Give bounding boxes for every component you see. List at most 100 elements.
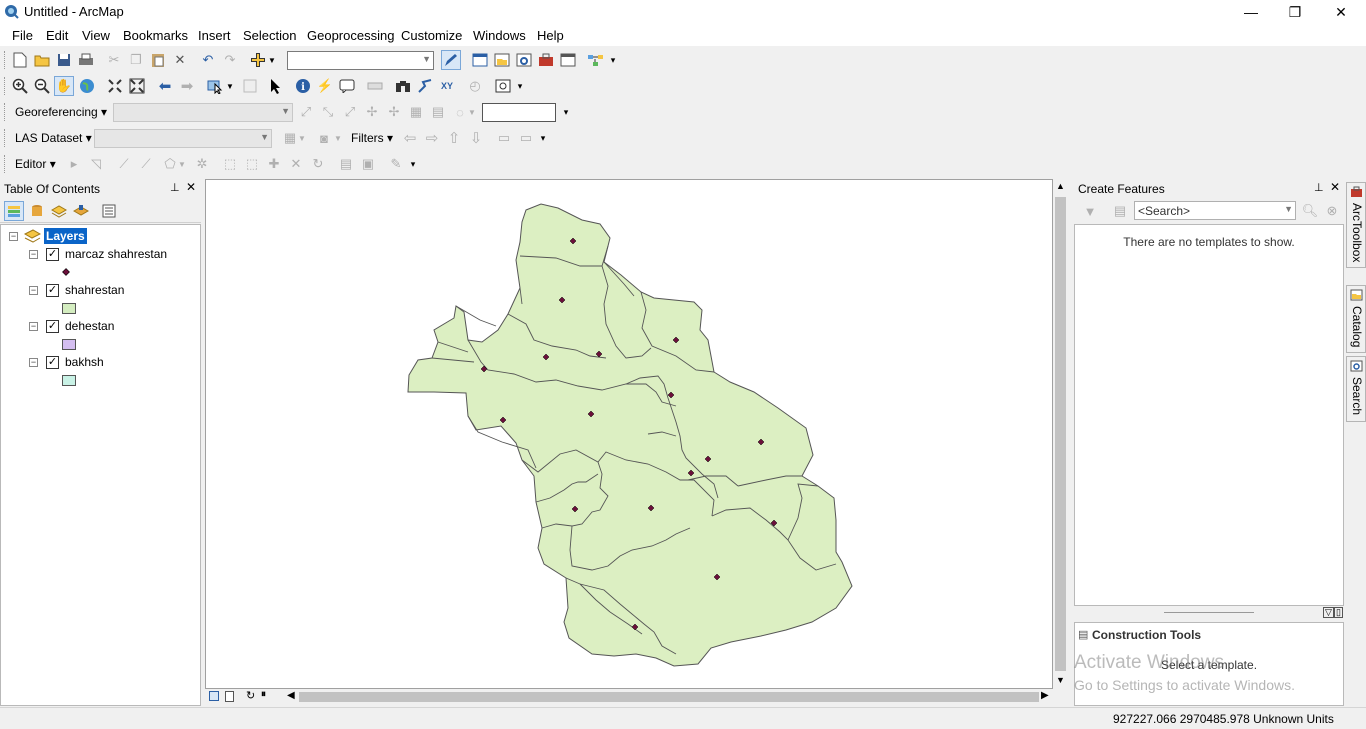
layer-visibility-checkbox[interactable]: ✓ <box>46 320 59 333</box>
las-dataset-menu[interactable]: LAS Dataset ▾ <box>15 131 92 145</box>
collapse-layer-icon[interactable]: − <box>29 358 38 367</box>
collapse-layers-icon[interactable]: − <box>9 232 18 241</box>
menu-insert[interactable]: Insert <box>198 28 231 43</box>
toolbar-options-icon[interactable]: ▾ <box>514 76 526 96</box>
open-folder-icon[interactable] <box>32 50 52 70</box>
construction-dropdown-icon[interactable]: ▼ <box>176 154 188 174</box>
menu-file[interactable]: File <box>12 28 33 43</box>
layer-visibility-checkbox[interactable]: ✓ <box>46 284 59 297</box>
map-scale-combo[interactable]: ▼ <box>287 51 434 70</box>
layer-visibility-checkbox[interactable]: ✓ <box>46 356 59 369</box>
full-extent-globe-icon[interactable] <box>77 76 97 96</box>
surface-symbology-icon[interactable]: ◙ <box>314 128 334 148</box>
list-by-drawing-order-icon[interactable] <box>4 201 24 221</box>
arctoolbox-window-icon[interactable] <box>536 50 556 70</box>
find-route-icon[interactable] <box>415 76 435 96</box>
map-display[interactable] <box>205 179 1053 689</box>
clear-selection-icon[interactable] <box>240 76 260 96</box>
python-window-icon[interactable] <box>558 50 578 70</box>
layer-visibility-checkbox[interactable]: ✓ <box>46 248 59 261</box>
pan-up-icon[interactable]: ⇧ <box>444 128 464 148</box>
undo-icon[interactable]: ↶ <box>198 50 218 70</box>
rotate-feature-icon[interactable]: ↻ <box>308 154 328 174</box>
split-icon[interactable]: ✕ <box>286 154 306 174</box>
polygon-symbol-swatch[interactable] <box>62 339 76 350</box>
layout-view-icon[interactable] <box>225 691 234 702</box>
select-features-dropdown-icon[interactable]: ▼ <box>224 76 236 96</box>
measure-icon[interactable] <box>365 76 385 96</box>
scroll-down-icon[interactable]: ▼ <box>1056 675 1065 685</box>
new-document-icon[interactable] <box>10 50 30 70</box>
polygon-symbol-swatch[interactable] <box>62 303 76 314</box>
create-viewer-window-icon[interactable] <box>493 76 513 96</box>
map-canvas[interactable] <box>206 180 1052 688</box>
hyperlink-icon[interactable]: ⚡ <box>315 76 335 96</box>
delete-icon[interactable]: ✕ <box>170 50 190 70</box>
scale-icon[interactable]: ⤢ <box>340 102 360 122</box>
edit-tool-icon[interactable]: ▸ <box>64 154 84 174</box>
pan-hand-icon[interactable]: ✋ <box>54 76 74 96</box>
province-outline[interactable] <box>407 203 853 667</box>
editor-toolbar-icon[interactable] <box>441 50 461 70</box>
copy-icon[interactable]: ❐ <box>126 50 146 70</box>
map-vertical-scrollbar[interactable]: ▲ ▼ <box>1053 179 1068 689</box>
menu-bookmarks[interactable]: Bookmarks <box>123 28 188 43</box>
zoom-in-icon[interactable] <box>10 76 30 96</box>
panel-splitter[interactable]: ▽ ▯ <box>1074 606 1344 620</box>
close-window-button[interactable]: ✕ <box>1318 0 1364 24</box>
pan-left-icon[interactable]: ⇦ <box>400 128 420 148</box>
scroll-thumb[interactable] <box>1055 197 1066 671</box>
map-horizontal-scrollbar[interactable]: ↻ ⏸ ◀ ▶ <box>205 689 1053 705</box>
scroll-left-icon[interactable]: ◀ <box>287 690 295 701</box>
rotate-icon[interactable]: ⤢ <box>296 102 316 122</box>
collapse-layer-icon[interactable]: − <box>29 250 38 259</box>
las-layer-combo[interactable]: ▼ <box>94 129 272 148</box>
cut-icon[interactable]: ✂ <box>104 50 124 70</box>
georeferencing-layer-combo[interactable]: ▼ <box>113 103 293 122</box>
close-icon[interactable]: ✕ <box>1330 180 1340 194</box>
expand-panel-icon[interactable]: ▽ <box>1323 607 1334 618</box>
menu-help[interactable]: Help <box>537 28 564 43</box>
point-symbol-icon[interactable] <box>62 268 70 276</box>
surface-symbology-dropdown-icon[interactable]: ▼ <box>332 128 344 148</box>
edit-vertices-icon[interactable]: ⬚ <box>220 154 240 174</box>
select-features-icon[interactable] <box>205 76 225 96</box>
panel-layout-icon[interactable]: ▯ <box>1334 607 1343 618</box>
menu-geoprocessing[interactable]: Geoprocessing <box>307 28 394 43</box>
save-icon[interactable] <box>54 50 74 70</box>
toolbar-grip[interactable] <box>4 103 7 121</box>
collapse-layer-icon[interactable]: − <box>29 322 38 331</box>
identify-icon[interactable]: i <box>293 76 313 96</box>
edit-annotation-icon[interactable]: ◹ <box>86 154 106 174</box>
pin-icon[interactable]: ⊥ <box>170 181 180 194</box>
arctoolbox-tab[interactable]: ArcToolbox <box>1346 182 1366 268</box>
straight-segment-icon[interactable]: ⟋ <box>114 154 134 174</box>
select-elements-arrow-icon[interactable] <box>266 76 286 96</box>
georeferencing-menu[interactable]: Georeferencing ▾ <box>15 105 107 119</box>
menu-view[interactable]: View <box>82 28 110 43</box>
toolbar-grip[interactable] <box>4 77 7 95</box>
filters-menu[interactable]: Filters ▾ <box>351 131 393 145</box>
layer-name[interactable]: shahrestan <box>65 283 124 297</box>
toolbar-grip[interactable] <box>4 155 7 173</box>
zoom-out-icon[interactable] <box>32 76 52 96</box>
menu-customize[interactable]: Customize <box>401 28 462 43</box>
attributes-icon[interactable]: ▤ <box>336 154 356 174</box>
restore-button[interactable]: ❐ <box>1272 0 1318 24</box>
toolbar-options-icon[interactable]: ▾ <box>537 128 549 148</box>
pan-right-icon[interactable]: ⇨ <box>422 128 442 148</box>
toolbar-options-icon[interactable]: ▾ <box>560 102 572 122</box>
list-by-source-icon[interactable] <box>27 201 47 221</box>
data-view-icon[interactable] <box>209 691 219 701</box>
sketch-properties-icon[interactable]: ▣ <box>358 154 378 174</box>
fixed-zoom-in-icon[interactable] <box>105 76 125 96</box>
3d-view-icon[interactable]: ▭ <box>516 128 536 148</box>
collapse-layer-icon[interactable]: − <box>29 286 38 295</box>
cut-polygons-icon[interactable]: ✚ <box>264 154 284 174</box>
scroll-thumb[interactable] <box>299 692 1039 702</box>
fixed-zoom-out-icon[interactable] <box>127 76 147 96</box>
modelbuilder-icon[interactable] <box>586 50 606 70</box>
toolbar-grip[interactable] <box>4 51 7 69</box>
catalog-tab[interactable]: Catalog <box>1346 285 1366 353</box>
reshape-feature-icon[interactable]: ⬚ <box>242 154 262 174</box>
